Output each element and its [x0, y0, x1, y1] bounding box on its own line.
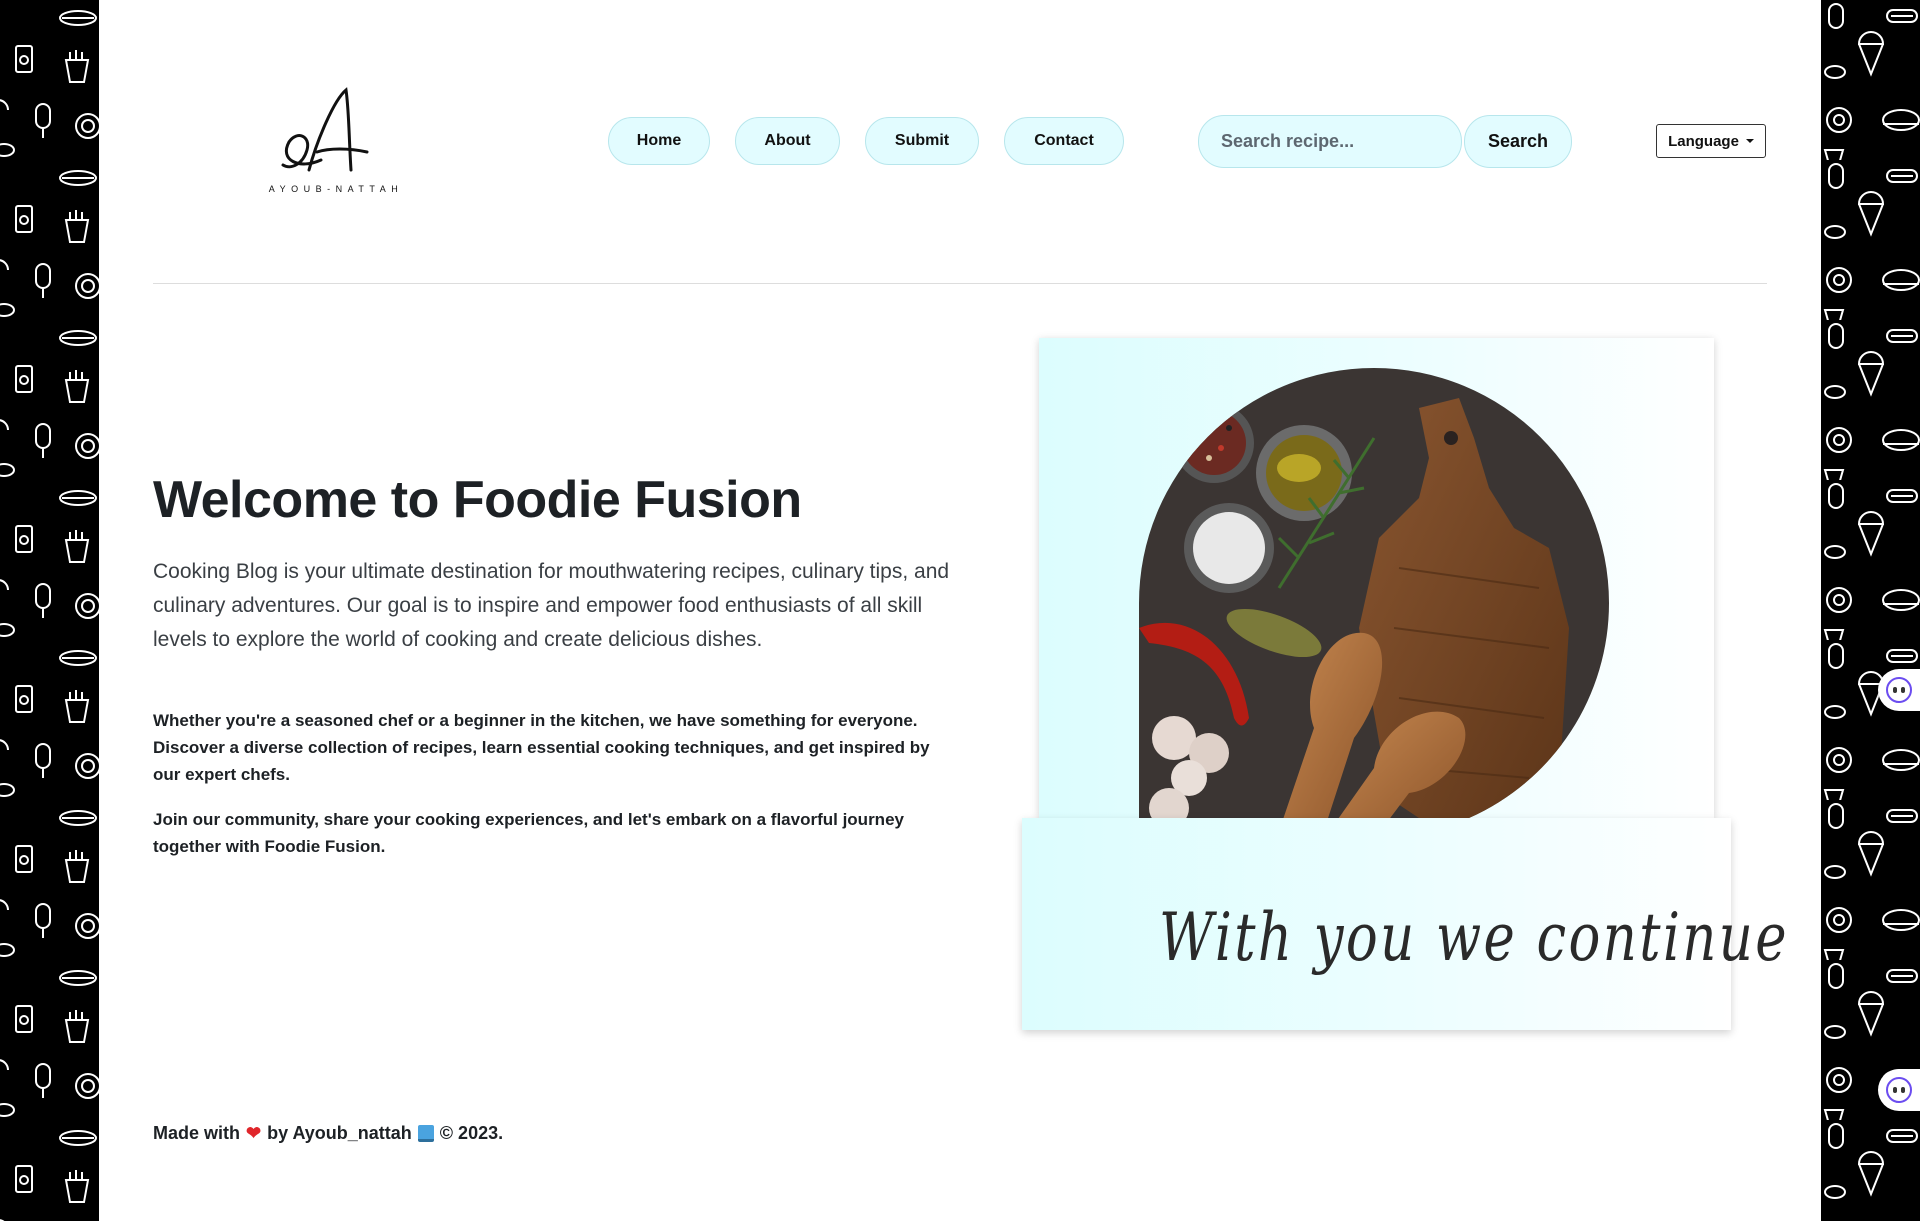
food-pattern-icon — [0, 0, 99, 1221]
right-food-pattern — [1821, 0, 1920, 1221]
food-pattern-icon — [1821, 0, 1920, 1221]
language-label: Language — [1668, 132, 1739, 150]
chatbot-widget-button[interactable] — [1878, 669, 1920, 711]
book-icon — [417, 1125, 434, 1142]
chatbot-icon — [1886, 1077, 1912, 1103]
nav-home-button[interactable]: Home — [608, 117, 710, 165]
logo-monogram-icon: AYOUB-NATTAH — [269, 87, 404, 194]
hero-caption: With you we continue — [1159, 899, 1789, 976]
language-dropdown[interactable]: Language — [1656, 124, 1766, 158]
nav-submit-button[interactable]: Submit — [865, 117, 979, 165]
svg-text:AYOUB-NATTAH: AYOUB-NATTAH — [269, 184, 404, 194]
site-logo[interactable]: AYOUB-NATTAH — [199, 30, 419, 250]
cooking-ingredients-image — [1139, 368, 1609, 846]
nav-about-button[interactable]: About — [735, 117, 840, 165]
hero-lead-text: Cooking Blog is your ultimate destinatio… — [153, 560, 950, 651]
footer-made-with: Made with — [153, 1123, 241, 1143]
footer-copyright: © 2023. — [439, 1123, 504, 1143]
chatbot-widget-button-2[interactable] — [1878, 1069, 1920, 1111]
page-content: AYOUB-NATTAH Home About Submit Contact S… — [99, 0, 1821, 1221]
page-title: Welcome to Foodie Fusion — [153, 471, 802, 529]
svg-text:With you we continue: With you we continue — [1159, 899, 1789, 976]
search-input[interactable] — [1198, 115, 1462, 168]
heart-icon: ❤ — [246, 1123, 262, 1143]
hero-paragraph-2: Join our community, share your cooking e… — [153, 810, 904, 856]
hero-paragraph-1: Whether you're a seasoned chef or a begi… — [153, 711, 930, 784]
header-divider — [153, 283, 1767, 284]
nav-contact-button[interactable]: Contact — [1004, 117, 1124, 165]
footer-author: by Ayoub_nattah — [267, 1123, 412, 1143]
caret-down-icon — [1745, 139, 1754, 143]
left-food-pattern — [0, 0, 99, 1221]
chatbot-icon — [1886, 677, 1912, 703]
search-button[interactable]: Search — [1464, 115, 1572, 168]
footer-credit: Made with ❤ by Ayoub_nattah © 2023. — [153, 1123, 503, 1144]
